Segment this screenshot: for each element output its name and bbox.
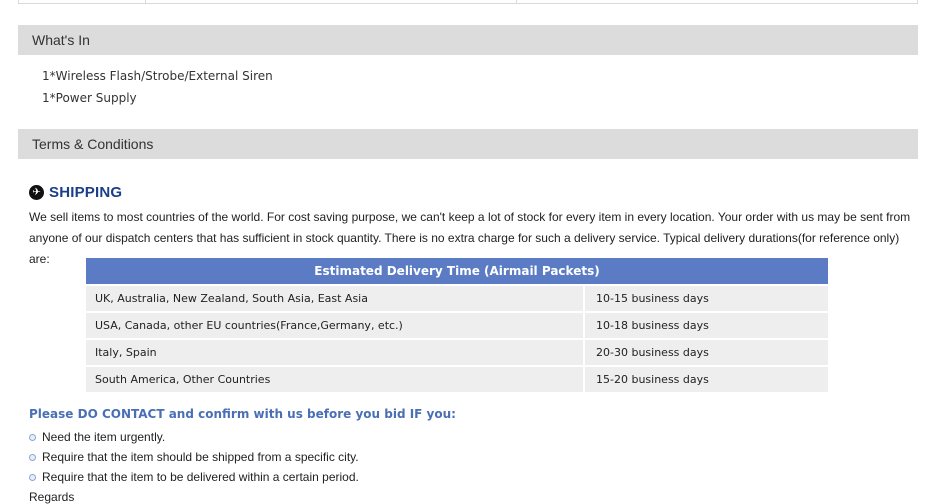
list-item: Require that the item to be delivered wi… <box>29 467 359 487</box>
bullet-icon <box>29 433 36 441</box>
table-divider <box>145 0 146 4</box>
contact-list: Need the item urgently. Require that the… <box>29 427 359 487</box>
terms-header: Terms & Conditions <box>18 129 918 159</box>
table-row: USA, Canada, other EU countries(France,G… <box>86 313 828 338</box>
time-cell: 10-18 business days <box>585 313 828 338</box>
list-item: 1*Wireless Flash/Strobe/External Siren <box>42 69 273 83</box>
region-cell: South America, Other Countries <box>86 367 583 392</box>
delivery-table-header: Estimated Delivery Time (Airmail Packets… <box>86 258 828 284</box>
list-item-text: Require that the item should be shipped … <box>42 450 359 464</box>
time-cell: 15-20 business days <box>585 367 828 392</box>
list-item: Require that the item should be shipped … <box>29 447 359 467</box>
shipping-title: SHIPPING <box>49 183 123 201</box>
time-cell: 10-15 business days <box>585 286 828 311</box>
contact-title: Please DO CONTACT and confirm with us be… <box>29 407 456 421</box>
time-cell: 20-30 business days <box>585 340 828 365</box>
table-row: UK, Australia, New Zealand, South Asia, … <box>86 286 828 311</box>
list-item-text: Require that the item to be delivered wi… <box>42 470 359 484</box>
whats-in-header: What's In <box>18 25 918 55</box>
regards-text: Regards <box>29 490 75 504</box>
airplane-icon: ✈ <box>29 184 44 200</box>
bullet-icon <box>29 453 36 461</box>
table-row: Italy, Spain 20-30 business days <box>86 340 828 365</box>
list-item: 1*Power Supply <box>42 91 137 105</box>
table-divider <box>516 0 517 4</box>
region-cell: UK, Australia, New Zealand, South Asia, … <box>86 286 583 311</box>
bullet-icon <box>29 473 36 481</box>
delivery-time-table: Estimated Delivery Time (Airmail Packets… <box>86 258 828 392</box>
shipping-heading: ✈ SHIPPING <box>29 182 122 202</box>
region-cell: Italy, Spain <box>86 340 583 365</box>
list-item-text: Need the item urgently. <box>42 430 166 444</box>
whats-in-list: 1*Wireless Flash/Strobe/External Siren 1… <box>42 65 273 109</box>
table-row: South America, Other Countries 15-20 bus… <box>86 367 828 392</box>
list-item: Need the item urgently. <box>29 427 359 447</box>
region-cell: USA, Canada, other EU countries(France,G… <box>86 313 583 338</box>
spec-table-bottom-edge <box>18 0 918 4</box>
